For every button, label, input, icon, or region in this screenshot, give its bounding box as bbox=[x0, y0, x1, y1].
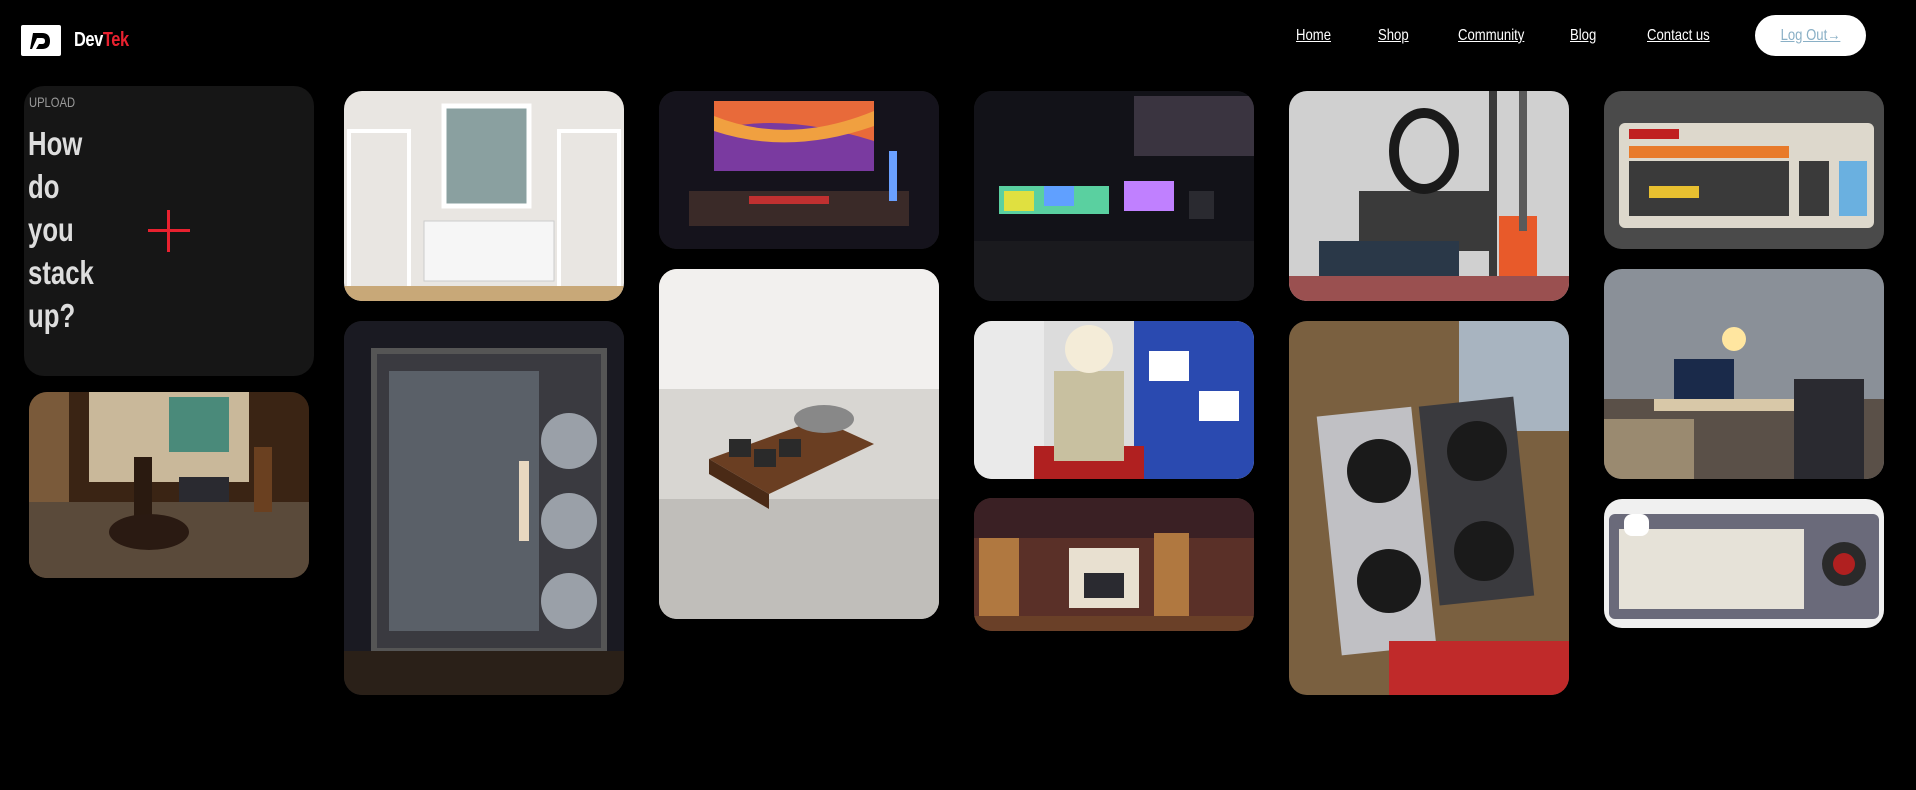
brand-part-dev: Dev bbox=[74, 29, 103, 51]
gallery-photo-graphics-cards[interactable] bbox=[1289, 321, 1569, 695]
gallery-photo-speakers-fireplace[interactable] bbox=[974, 498, 1254, 631]
gallery-photo-rgb-room[interactable] bbox=[974, 91, 1254, 301]
brand-name[interactable]: DevTek bbox=[74, 29, 129, 52]
logo[interactable] bbox=[21, 25, 61, 56]
gallery-photo-ultrawide-desk[interactable] bbox=[659, 91, 939, 249]
gallery-photo-aperture-keyboard[interactable] bbox=[1604, 91, 1884, 249]
gallery-photo-walnut-macropad[interactable] bbox=[659, 269, 939, 619]
gallery-photo-bedroom-desk[interactable] bbox=[1604, 269, 1884, 479]
nav-shop[interactable]: Shop bbox=[1378, 27, 1409, 45]
nav-community[interactable]: Community bbox=[1458, 27, 1524, 45]
upload-label: UPLOAD bbox=[29, 94, 76, 110]
brand-part-tek: Tek bbox=[102, 29, 129, 51]
upload-card[interactable]: UPLOAD How do you stack up? bbox=[24, 86, 314, 376]
upload-question: How do you stack up? bbox=[28, 125, 94, 334]
logo-d-icon bbox=[30, 32, 50, 49]
gallery-photo-ps5-boxes[interactable] bbox=[974, 321, 1254, 479]
gallery-photo-3d-printer-desk[interactable] bbox=[1289, 91, 1569, 301]
gallery-photo-listening-room[interactable] bbox=[29, 392, 309, 578]
nav-blog[interactable]: Blog bbox=[1570, 27, 1596, 45]
gallery-photo-keyboard-trackball[interactable] bbox=[1604, 499, 1884, 628]
logout-label: Log Out→ bbox=[1780, 26, 1841, 44]
gallery-photo-white-shelves[interactable] bbox=[344, 91, 624, 301]
logout-button[interactable]: Log Out→ bbox=[1755, 15, 1866, 56]
nav-home[interactable]: Home bbox=[1296, 27, 1331, 45]
nav-contact[interactable]: Contact us bbox=[1647, 27, 1710, 45]
gallery-photo-pc-case[interactable] bbox=[344, 321, 624, 695]
plus-icon[interactable] bbox=[148, 210, 190, 252]
